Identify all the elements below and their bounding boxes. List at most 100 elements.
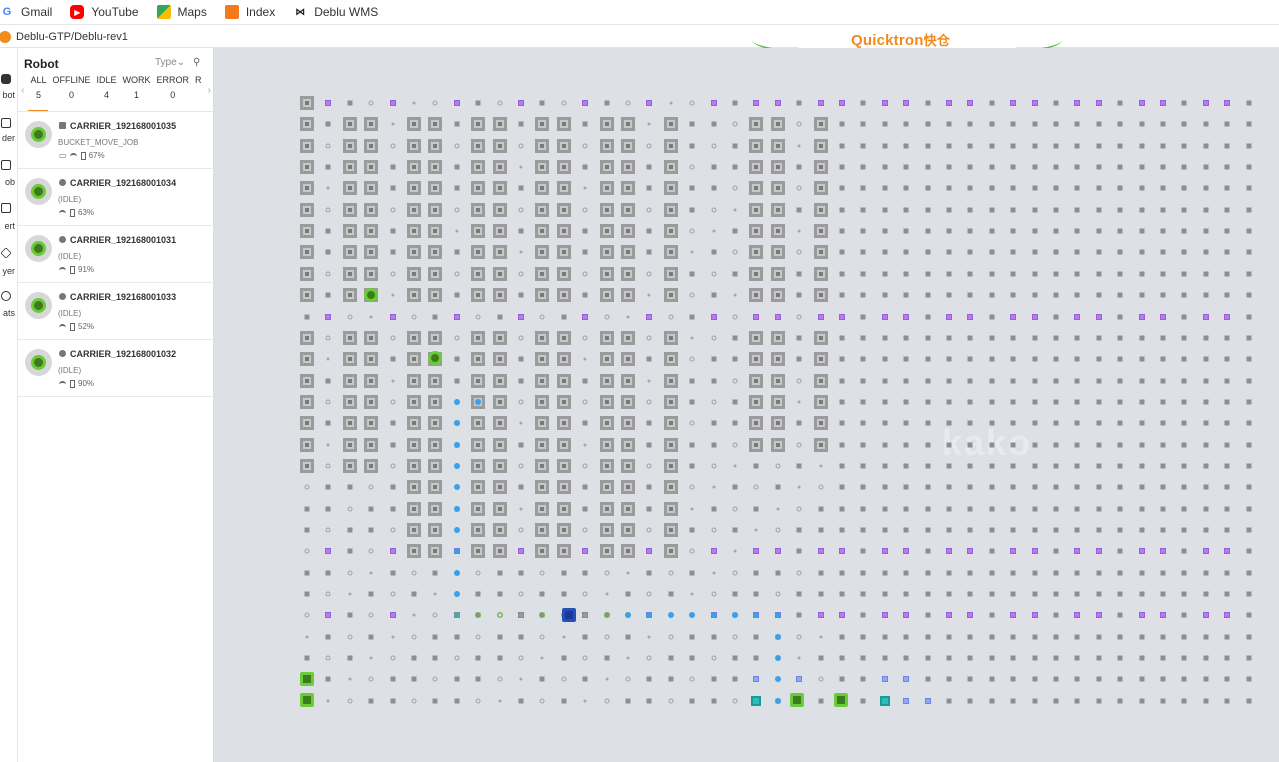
grid-cell (582, 591, 588, 597)
path-cell (796, 676, 802, 682)
grid-cell (582, 164, 588, 170)
robot-name: CARRIER_192168001033 (59, 292, 176, 302)
grid-cell (1096, 442, 1102, 448)
path-dot (518, 612, 524, 618)
robot-marker[interactable] (428, 351, 442, 365)
grid-cell (1117, 207, 1123, 213)
grid-cell (860, 612, 866, 618)
shelf-cell (749, 331, 763, 345)
status-icon (59, 350, 66, 357)
rail-item-alert[interactable]: ert (0, 221, 18, 231)
grid-cell (475, 591, 481, 597)
grid-cell (519, 165, 523, 169)
robot-marker[interactable] (300, 693, 314, 707)
robot-card[interactable]: CARRIER_192168001034 (IDLE) 63% (18, 169, 214, 226)
bookmark-deblu-wms[interactable]: ⋈ Deblu WMS (293, 5, 378, 19)
grid-cell (689, 271, 695, 277)
tab-work[interactable]: WORK 1 (120, 75, 154, 111)
robot-card[interactable]: CARRIER_192168001035 BUCKET_MOVE_JOB ▭ 67… (18, 112, 214, 169)
grid-cell (1074, 356, 1080, 362)
grid-cell (368, 527, 374, 533)
grid-cell (989, 570, 995, 576)
shelf-cell (814, 352, 828, 366)
shelf-cell (300, 438, 314, 452)
shelf-cell (557, 331, 571, 345)
grid-cell (1160, 292, 1166, 298)
shelf-cell (749, 438, 763, 452)
grid-cell (1181, 335, 1187, 341)
shelf-cell (557, 224, 571, 238)
grid-cell (1246, 506, 1252, 512)
shelf-cell (535, 352, 549, 366)
station-cell (775, 548, 781, 554)
grid-cell (668, 314, 674, 320)
path-dot (454, 463, 460, 469)
rail-item-robot[interactable]: bot (0, 90, 18, 100)
rail-item-job[interactable]: ob (0, 177, 18, 187)
chevron-left-icon[interactable]: ‹ (18, 75, 27, 111)
shelf-cell (600, 245, 614, 259)
grid-cell (518, 484, 524, 490)
chevron-right-icon[interactable]: › (205, 75, 214, 111)
type-filter[interactable]: Type⌄ (155, 57, 185, 68)
grid-cell (732, 121, 738, 127)
grid-cell (454, 676, 460, 682)
robot-marker[interactable] (562, 608, 576, 622)
shelf-cell (343, 181, 357, 195)
grid-cell (475, 698, 481, 704)
alert-nav-icon[interactable] (1, 203, 11, 213)
robot-nav-icon[interactable] (1, 74, 11, 84)
station-cell (454, 100, 460, 106)
shelf-cell (428, 438, 442, 452)
bookmark-gmail[interactable]: G Gmail (0, 5, 53, 19)
tab-error[interactable]: ERROR 0 (154, 75, 193, 111)
robot-marker[interactable] (364, 288, 378, 302)
grid-cell (1203, 506, 1209, 512)
grid-cell (797, 229, 801, 233)
shelf-cell (364, 374, 378, 388)
shelf-cell (428, 331, 442, 345)
tab-label: ALL (30, 75, 47, 85)
grid-cell (712, 229, 716, 233)
shelf-cell (407, 544, 421, 558)
robot-marker[interactable] (834, 693, 848, 707)
grid-cell (1246, 676, 1252, 682)
search-icon[interactable]: ⚲ (193, 57, 200, 68)
shelf-cell (600, 288, 614, 302)
rail-item-stats[interactable]: ats (0, 308, 18, 318)
job-nav-icon[interactable] (1, 160, 11, 170)
shelf-cell (749, 203, 763, 217)
bookmark-youtube[interactable]: ▶ YouTube (70, 5, 139, 19)
stats-nav-icon[interactable] (1, 291, 11, 301)
tab-idle[interactable]: IDLE 4 (94, 75, 120, 111)
robot-card[interactable]: CARRIER_192168001031 (IDLE) 91% (18, 226, 214, 283)
order-nav-icon[interactable] (1, 118, 11, 128)
grid-cell (454, 378, 460, 384)
robot-card[interactable]: CARRIER_192168001032 (IDLE) 90% (18, 340, 214, 397)
grid-cell (796, 463, 802, 469)
warehouse-map[interactable]: kako (214, 48, 1279, 762)
tab-r[interactable]: R (192, 75, 205, 111)
grid-cell (1246, 484, 1252, 490)
breadcrumb-text[interactable]: Deblu-GTP/Deblu-rev1 (16, 31, 128, 43)
shelf-cell (621, 139, 635, 153)
tab-all[interactable]: ALL 5 (27, 75, 49, 112)
grid-cell (882, 143, 888, 149)
shelf-cell (493, 395, 507, 409)
rail-item-layer[interactable]: yer (0, 266, 18, 276)
grid-cell (732, 527, 738, 533)
robot-card[interactable]: CARRIER_192168001033 (IDLE) 52% (18, 283, 214, 340)
tab-offline[interactable]: OFFLINE 0 (49, 75, 93, 111)
rail-item-order[interactable]: der (0, 133, 18, 143)
grid-cell (1246, 612, 1252, 618)
grid-cell (1074, 185, 1080, 191)
robot-marker[interactable] (300, 672, 314, 686)
robot-marker[interactable] (790, 693, 804, 707)
shelf-cell (300, 203, 314, 217)
bookmark-maps[interactable]: Maps (156, 5, 207, 19)
shelf-cell (600, 480, 614, 494)
bookmark-index[interactable]: Index (224, 5, 275, 19)
grid-cell (860, 484, 866, 490)
path-dot (689, 612, 695, 618)
layer-nav-icon[interactable] (0, 247, 12, 259)
